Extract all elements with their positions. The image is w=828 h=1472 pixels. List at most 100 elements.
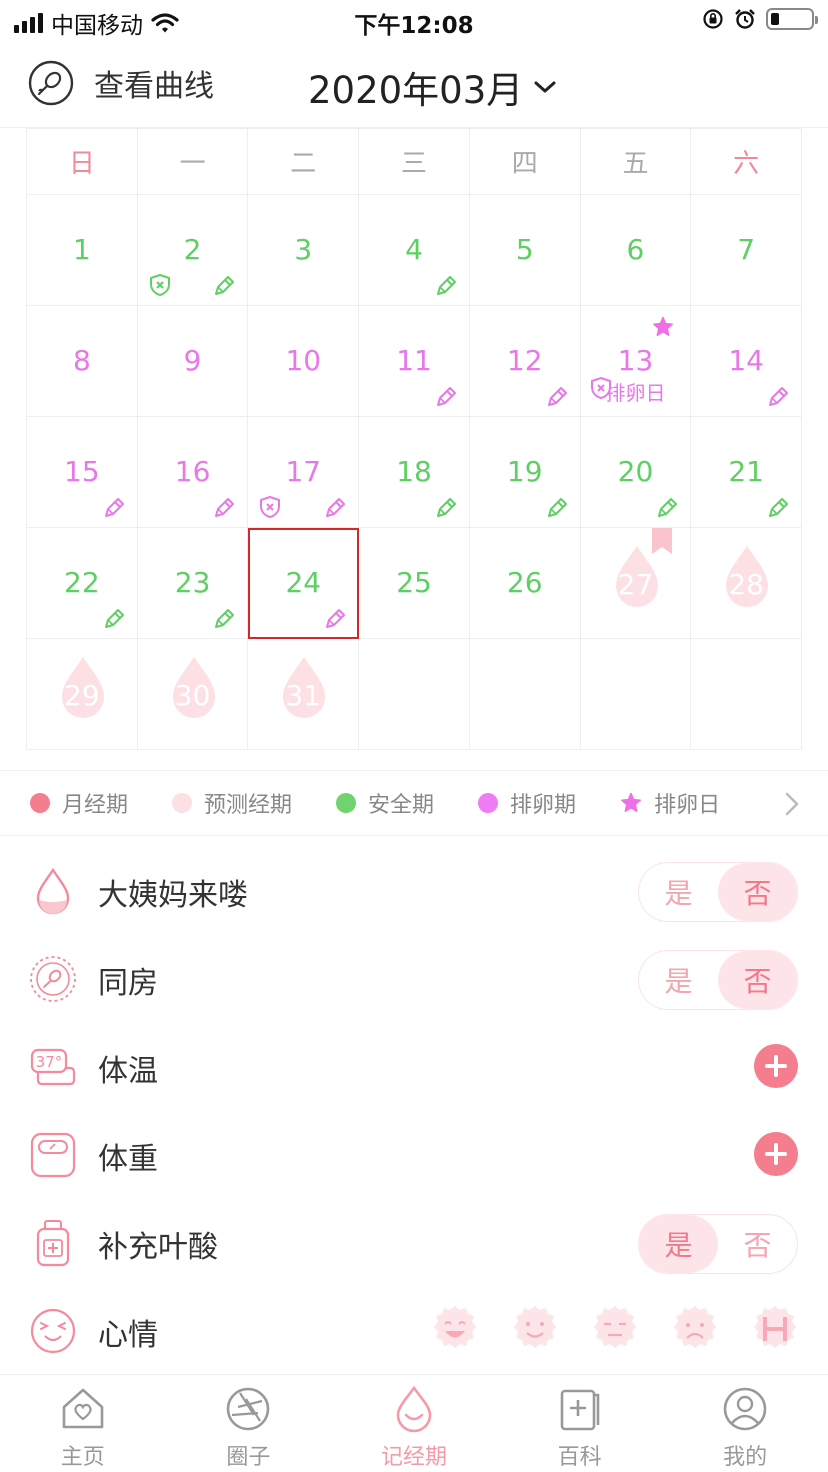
calendar-day-8[interactable]: 8 — [27, 306, 138, 417]
day-number: 31 — [285, 679, 322, 712]
legend-predicted: 预测经期 — [172, 787, 292, 819]
calendar-day-27[interactable]: 27 — [580, 528, 692, 639]
month-label: 2020年03月 — [308, 69, 524, 112]
scale-icon — [30, 1132, 76, 1178]
legend-ovulation-label: 排卵期 — [510, 793, 577, 818]
period-no-option[interactable]: 否 — [718, 863, 797, 921]
day-number: 16 — [174, 455, 211, 488]
sperm-egg-icon — [30, 956, 76, 1002]
day-number: 12 — [506, 344, 543, 377]
intercourse-yes-option[interactable]: 是 — [639, 951, 718, 1009]
calendar-day-25[interactable]: 25 — [359, 528, 470, 639]
calendar-week-3: 15 16 17 18 19 20 21 — [27, 417, 803, 528]
calendar-day-1[interactable]: 1 — [27, 195, 138, 306]
calendar-day-13[interactable]: 13 排卵日 — [580, 306, 692, 417]
weekday-header: 日 一 二 三 四 五 六 — [27, 129, 803, 195]
mood-neutral-icon[interactable] — [590, 1304, 640, 1354]
calendar-empty-cell — [580, 639, 692, 750]
mood-happy-icon[interactable] — [510, 1304, 560, 1354]
calendar-day-4[interactable]: 4 — [359, 195, 470, 306]
calendar-day-30[interactable]: 30 — [137, 639, 249, 750]
safe-dot — [336, 793, 357, 813]
pen-icon — [104, 609, 124, 628]
legend-period: 月经期 — [30, 787, 128, 819]
mood-label: 心情 — [98, 1318, 158, 1353]
calendar-day-11[interactable]: 11 — [359, 306, 470, 417]
ovulation-dot — [478, 793, 499, 813]
legend-period-label: 月经期 — [62, 793, 129, 818]
calendar-day-19[interactable]: 19 — [469, 417, 581, 528]
calendar-day-3[interactable]: 3 — [248, 195, 360, 306]
weekday-wed: 三 — [359, 129, 470, 195]
day-number: 2 — [183, 233, 202, 266]
nav-period-label: 记经期 — [380, 1445, 447, 1470]
day-number: 14 — [728, 344, 764, 377]
calendar-day-6[interactable]: 6 — [580, 195, 692, 306]
chevron-down-icon — [534, 81, 556, 93]
intercourse-no-option[interactable]: 否 — [718, 951, 797, 1009]
nav-encyclopedia[interactable]: 百科 — [497, 1375, 663, 1472]
calendar-day-22[interactable]: 22 — [27, 528, 138, 639]
calendar-day-29[interactable]: 29 — [27, 639, 138, 750]
calendar-day-17[interactable]: 17 — [248, 417, 360, 528]
month-selector[interactable]: 2020年03月 — [308, 60, 557, 114]
calendar-day-10[interactable]: 10 — [248, 306, 360, 417]
calendar-day-7[interactable]: 7 — [691, 195, 803, 306]
calendar-day-18[interactable]: 18 — [359, 417, 470, 528]
day-number: 29 — [64, 679, 100, 712]
mood-very-happy-icon[interactable] — [430, 1304, 480, 1354]
pen-icon — [658, 498, 678, 517]
day-number: 13 — [617, 344, 654, 377]
shield-x-icon — [260, 496, 281, 518]
add-temperature-button[interactable] — [754, 1044, 798, 1088]
calendar-day-12[interactable]: 12 — [469, 306, 581, 417]
calendar-day-2[interactable]: 2 — [137, 195, 249, 306]
ovulation-day-tag: 排卵日 — [581, 376, 691, 406]
weight-label: 体重 — [98, 1142, 158, 1177]
nav-circle[interactable]: 圈子 — [166, 1375, 332, 1472]
calendar-day-16[interactable]: 16 — [137, 417, 249, 528]
folic-acid-yes-option[interactable]: 是 — [639, 1215, 718, 1273]
view-curve-button[interactable]: 查看曲线 — [28, 60, 214, 106]
period-toggle[interactable]: 是 否 — [638, 862, 798, 922]
calendar-day-26[interactable]: 26 — [469, 528, 581, 639]
calendar-week-5: 29 30 31 — [27, 639, 803, 750]
calendar-day-28[interactable]: 28 — [691, 528, 803, 639]
nav-me[interactable]: 我的 — [662, 1375, 828, 1472]
record-folic-acid: 补充叶酸 是 否 — [0, 1200, 828, 1288]
nav-period[interactable]: 记经期 — [331, 1375, 497, 1472]
calendar-day-24[interactable]: 24 — [248, 528, 360, 639]
book-plus-icon — [560, 1389, 599, 1431]
legend-ovulation-day: 排卵日 — [620, 787, 720, 819]
day-number: 21 — [728, 455, 764, 488]
shield-x-icon — [590, 376, 611, 400]
folic-acid-toggle[interactable]: 是 否 — [638, 1214, 798, 1274]
day-number: 7 — [737, 233, 756, 266]
calendar-day-15[interactable]: 15 — [27, 417, 138, 528]
intercourse-label: 同房 — [98, 966, 158, 1001]
intercourse-toggle[interactable]: 是 否 — [638, 950, 798, 1010]
calendar-day-31[interactable]: 31 — [248, 639, 360, 750]
drop-icon — [36, 867, 70, 915]
nav-me-label: 我的 — [723, 1445, 768, 1470]
calendar-day-23[interactable]: 23 — [137, 528, 249, 639]
chevron-right-icon[interactable] — [784, 791, 800, 817]
legend-bar[interactable]: 月经期 预测经期 安全期 排卵期 排卵日 — [0, 770, 828, 836]
day-number: 24 — [285, 566, 322, 599]
calendar-day-21[interactable]: 21 — [691, 417, 803, 528]
nav-encyclopedia-label: 百科 — [557, 1445, 602, 1470]
add-weight-button[interactable] — [754, 1132, 798, 1176]
mood-sad-icon[interactable] — [670, 1304, 720, 1354]
status-bar: 中国移动 下午12:08 — [0, 0, 828, 42]
calendar-day-14[interactable]: 14 — [691, 306, 803, 417]
day-number: 6 — [626, 233, 645, 266]
calendar-day-20[interactable]: 20 — [580, 417, 692, 528]
calendar-day-5[interactable]: 5 — [469, 195, 581, 306]
folic-acid-no-option[interactable]: 否 — [718, 1215, 797, 1273]
nav-home[interactable]: 主页 — [0, 1375, 166, 1472]
period-yes-option[interactable]: 是 — [639, 863, 718, 921]
pen-icon — [547, 498, 567, 517]
day-number: 25 — [396, 566, 432, 599]
mood-angry-icon[interactable] — [750, 1304, 800, 1354]
calendar-day-9[interactable]: 9 — [137, 306, 249, 417]
